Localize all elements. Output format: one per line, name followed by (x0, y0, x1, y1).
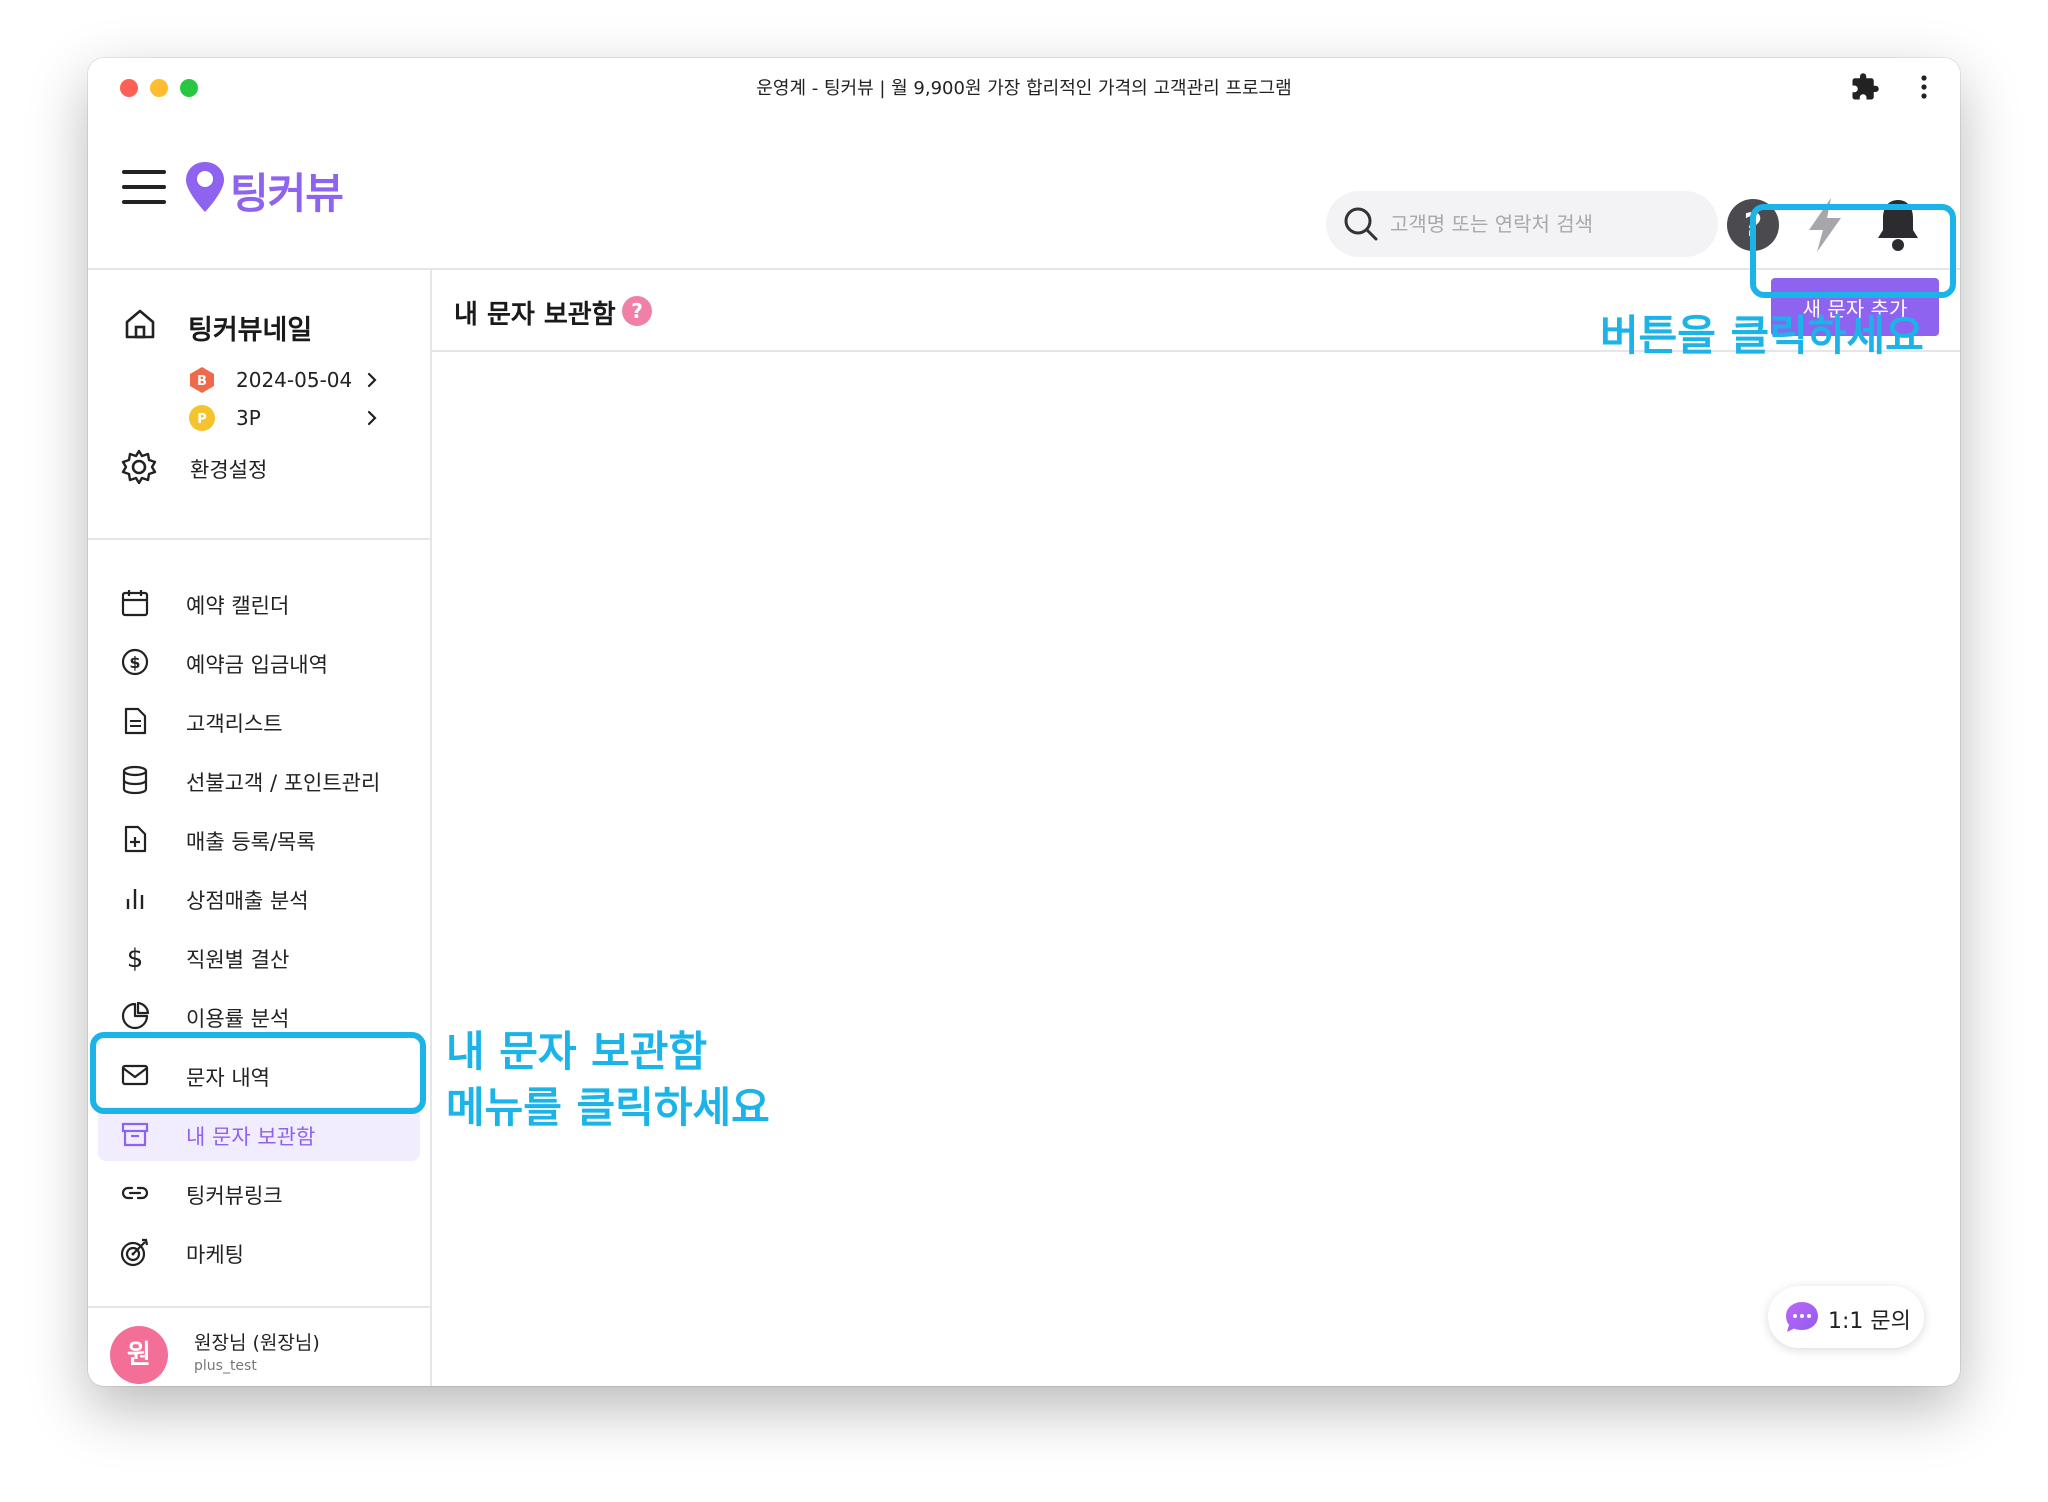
sidebar-item-label: 직원별 결산 (186, 948, 290, 972)
sidebar-item-label: 예약 캘린더 (186, 594, 290, 618)
sidebar-item-deposit-history[interactable]: $ 예약금 입금내역 (98, 635, 420, 689)
browser-window: 운영계 - 팅커뷰 | 월 9,900원 가장 합리적인 가격의 고객관리 프로… (88, 58, 1960, 1386)
main-content: 내 문자 보관함 ? 새 문자 추가 (432, 270, 1960, 1386)
sidebar-item-label: 상점매출 분석 (186, 889, 309, 913)
sidebar: 팅커뷰네일 B 2024-05-04 P 3P 환경설정 예약 캘린더 $ 예약… (88, 270, 432, 1386)
home-icon (125, 309, 155, 339)
chat-bubble-icon (1786, 1302, 1818, 1332)
hamburger-menu-icon[interactable] (122, 170, 166, 206)
annotation-button-hint: 버튼을 클릭하세요 (1600, 311, 1924, 360)
page-title: 내 문자 보관함 (454, 300, 616, 330)
sidebar-item-label: 이용률 분석 (186, 1007, 290, 1031)
user-profile[interactable]: 원 원장님 (원장님) plus_test (88, 1306, 430, 1386)
svg-text:$: $ (129, 653, 140, 672)
sidebar-item-label: 고객리스트 (186, 712, 283, 736)
profile-name: 원장님 (원장님) (194, 1332, 320, 1354)
points-row[interactable]: P 3P (188, 402, 398, 434)
sidebar-item-customer-list[interactable]: 고객리스트 (98, 694, 420, 748)
svg-text:P: P (197, 412, 207, 427)
sidebar-item-sales-register[interactable]: 매출 등록/목록 (98, 812, 420, 866)
archive-icon (121, 1122, 149, 1147)
logo-text[interactable]: 팅커뷰 (230, 160, 344, 221)
store-name: 팅커뷰네일 (188, 315, 313, 346)
window-title: 운영계 - 팅커뷰 | 월 9,900원 가장 합리적인 가격의 고객관리 프로… (756, 78, 1292, 99)
file-plus-icon (124, 825, 147, 853)
pie-chart-icon (121, 1001, 150, 1030)
annotation-menu-hint-line2: 메뉴를 클릭하세요 (446, 1083, 770, 1132)
avatar: 원 (110, 1326, 168, 1384)
gear-icon (121, 449, 157, 485)
dollar-circle-icon: $ (121, 648, 149, 676)
highlight-my-message-box-menu (90, 1032, 426, 1114)
expiry-date: 2024-05-04 (236, 368, 353, 392)
sidebar-item-staff-settlement[interactable]: $ 직원별 결산 (98, 930, 420, 984)
expiry-date-row[interactable]: B 2024-05-04 (188, 364, 398, 396)
bar-chart-icon (126, 889, 144, 909)
extensions-puzzle-icon[interactable] (1850, 72, 1880, 102)
annotation-menu-hint: 내 문자 보관함 메뉴를 클릭하세요 (446, 1024, 770, 1136)
b-hexagon-icon: B (190, 367, 214, 393)
settings-label: 환경설정 (190, 458, 268, 482)
settings-link[interactable]: 환경설정 (118, 446, 398, 490)
annotation-menu-hint-line1: 내 문자 보관함 (446, 1027, 708, 1076)
help-question-icon[interactable]: ? (622, 296, 652, 326)
database-icon (122, 765, 148, 795)
profile-id: plus_test (194, 1358, 257, 1374)
more-menu-icon[interactable] (1914, 72, 1934, 102)
target-icon (120, 1238, 149, 1267)
sidebar-item-prepaid-points[interactable]: 선불고객 / 포인트관리 (98, 753, 420, 807)
sidebar-item-marketing[interactable]: 마케팅 (98, 1225, 420, 1279)
sidebar-item-label: 매출 등록/목록 (186, 830, 316, 854)
search-bar (1326, 191, 1718, 257)
app-header: 팅커뷰 ? (88, 118, 1960, 270)
search-input[interactable] (1390, 191, 1700, 257)
points-value: 3P (236, 406, 261, 430)
link-icon (121, 1186, 149, 1200)
chevron-right-icon (367, 410, 377, 426)
logo-pin-icon (186, 162, 224, 212)
svg-text:$: $ (127, 944, 144, 972)
sidebar-item-label: 마케팅 (186, 1243, 244, 1267)
dollar-icon: $ (127, 944, 144, 972)
p-coin-icon: P (189, 405, 215, 431)
sidebar-item-store-sales-analysis[interactable]: 상점매출 분석 (98, 871, 420, 925)
chevron-right-icon (367, 372, 377, 388)
sidebar-item-reservation-calendar[interactable]: 예약 캘린더 (98, 576, 420, 630)
sidebar-item-label: 예약금 입금내역 (186, 653, 328, 677)
svg-text:B: B (197, 374, 207, 389)
sidebar-item-label: 내 문자 보관함 (186, 1125, 316, 1149)
highlight-new-message-button (1750, 204, 1956, 298)
store-info: 팅커뷰네일 B 2024-05-04 P 3P 환경설정 (88, 270, 430, 540)
search-icon[interactable] (1342, 205, 1380, 243)
sidebar-item-my-message-box[interactable]: 내 문자 보관함 (98, 1107, 420, 1161)
sidebar-item-tinkerview-link[interactable]: 팅커뷰링크 (98, 1166, 420, 1220)
sidebar-item-label: 선불고객 / 포인트관리 (186, 771, 381, 795)
sidebar-item-label: 팅커뷰링크 (186, 1184, 283, 1208)
document-icon (124, 707, 147, 735)
calendar-icon (121, 590, 149, 617)
one-on-one-inquiry-button[interactable]: 1:1 문의 (1768, 1286, 1924, 1348)
chat-label: 1:1 문의 (1828, 1309, 1911, 1334)
title-bar: 운영계 - 팅커뷰 | 월 9,900원 가장 합리적인 가격의 고객관리 프로… (88, 58, 1960, 118)
